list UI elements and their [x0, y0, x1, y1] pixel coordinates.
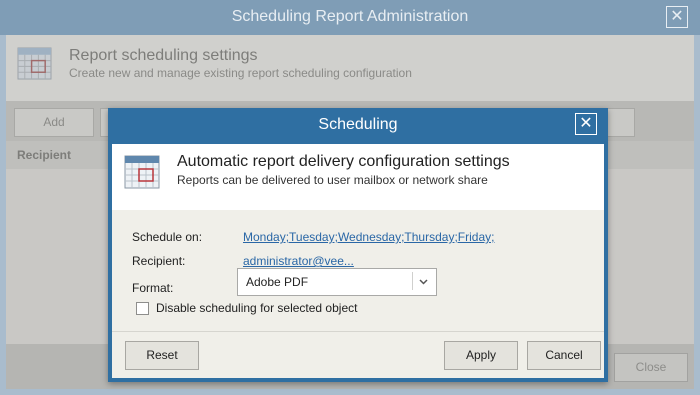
calendar-icon [124, 155, 160, 189]
dialog-title: Scheduling [318, 116, 398, 133]
background-column-recipient: Recipient [17, 148, 72, 162]
dialog-heading: Automatic report delivery configuration … [177, 153, 510, 170]
background-close-icon: ✕ [666, 6, 688, 28]
cancel-button[interactable]: Cancel [527, 341, 601, 370]
footer-divider [112, 331, 604, 332]
calendar-icon [17, 47, 52, 80]
format-select[interactable]: Adobe PDF [237, 268, 437, 296]
disable-scheduling-checkbox[interactable] [136, 302, 149, 315]
schedule-label: Schedule on: [132, 230, 203, 244]
background-title-bar: Scheduling Report Administration ✕ [0, 0, 700, 35]
dialog-header: Automatic report delivery configuration … [112, 144, 604, 210]
scheduling-dialog: Scheduling ✕ Automatic report delivery c… [108, 108, 608, 382]
background-close-button: Close [614, 353, 688, 382]
recipient-link[interactable]: administrator@vee... [243, 254, 354, 268]
dialog-subheading: Reports can be delivered to user mailbox… [177, 173, 488, 187]
disable-scheduling-label[interactable]: Disable scheduling for selected object [156, 301, 357, 315]
background-subheading: Create new and manage existing report sc… [69, 66, 412, 80]
close-icon[interactable]: ✕ [575, 113, 597, 135]
dialog-body: Automatic report delivery configuration … [112, 144, 604, 378]
format-label: Format: [132, 281, 174, 295]
format-select-value: Adobe PDF [246, 275, 309, 289]
chevron-down-icon [419, 279, 428, 285]
recipient-label: Recipient: [132, 254, 186, 268]
select-divider [412, 272, 413, 290]
reset-button[interactable]: Reset [125, 341, 199, 370]
apply-button[interactable]: Apply [444, 341, 518, 370]
schedule-link[interactable]: Monday;Tuesday;Wednesday;Thursday;Friday… [243, 230, 494, 244]
background-add-button: Add [14, 108, 94, 137]
background-heading: Report scheduling settings [69, 47, 258, 64]
background-window-title: Scheduling Report Administration [231, 8, 469, 25]
